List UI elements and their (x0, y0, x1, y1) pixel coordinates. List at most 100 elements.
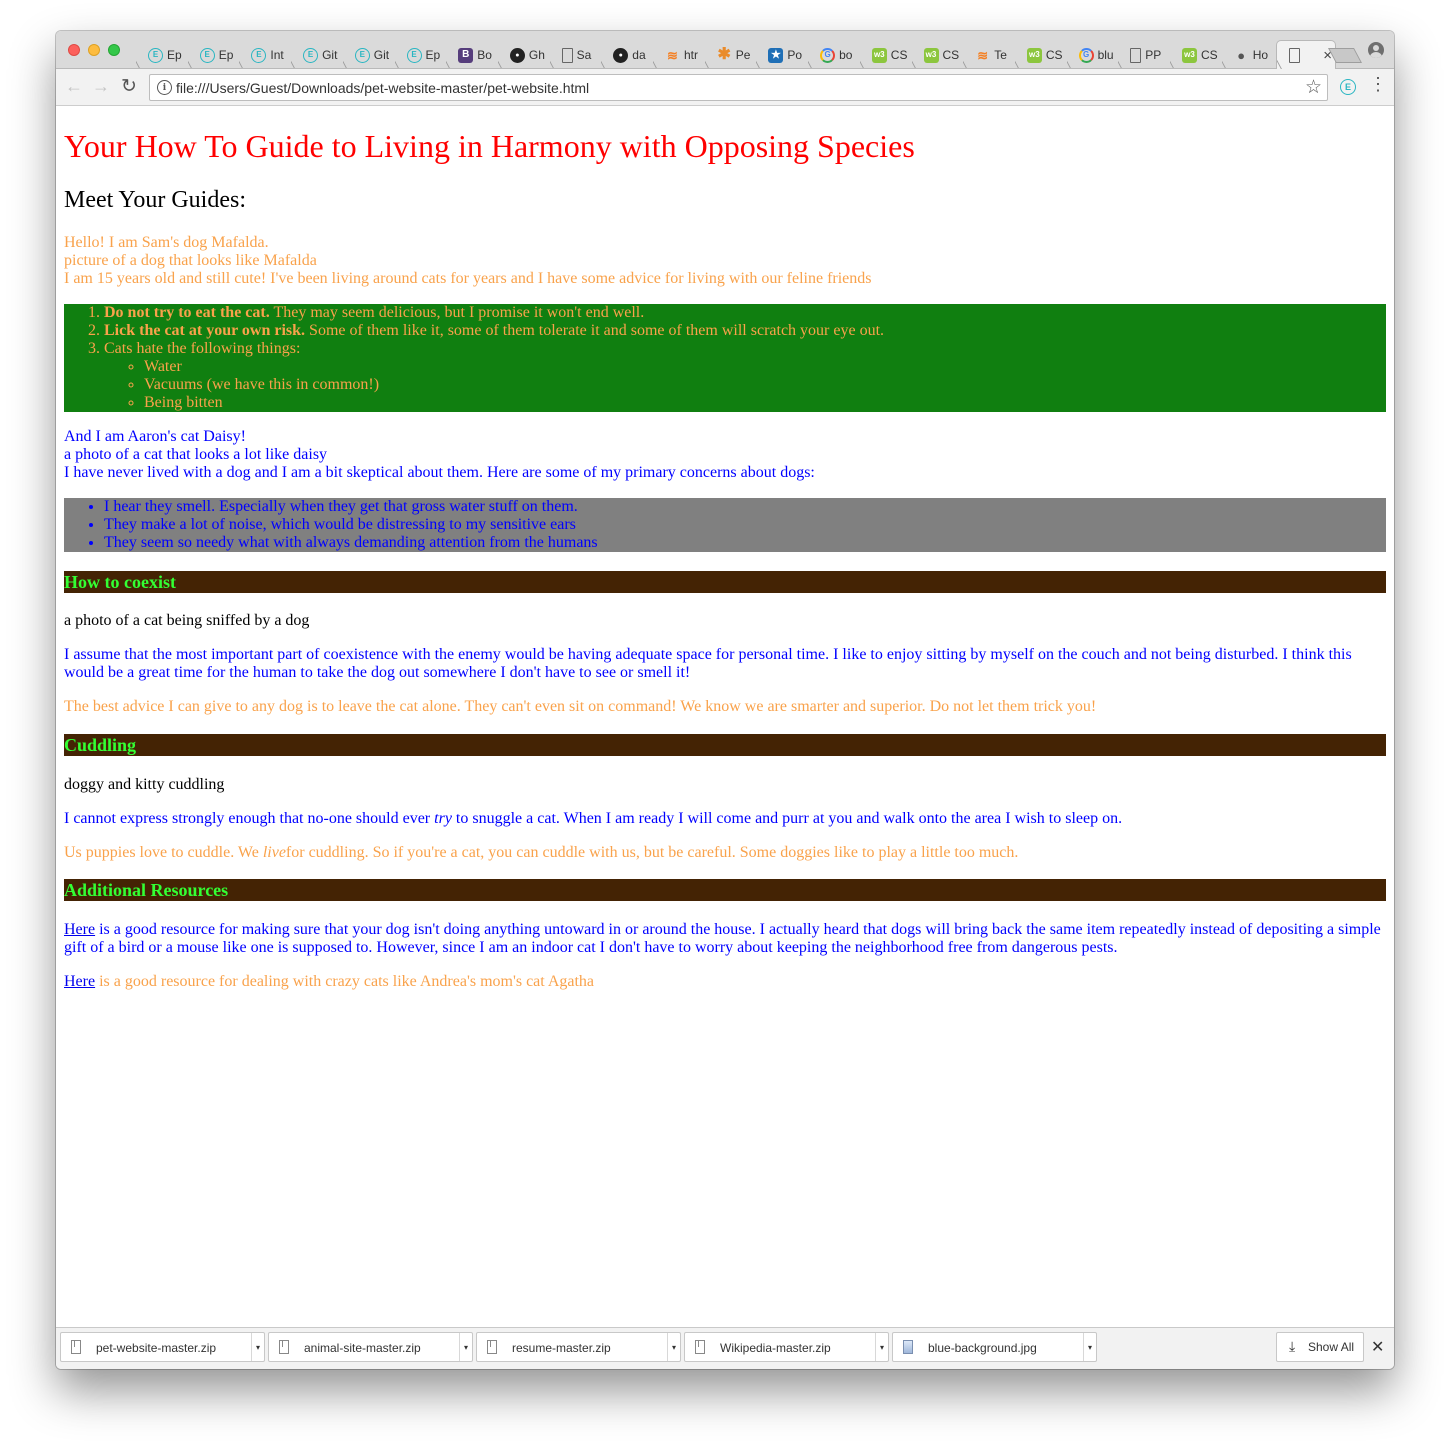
browser-tab[interactable]: Gblu (1067, 42, 1119, 68)
browser-tab[interactable]: PP (1118, 42, 1170, 68)
browser-tab[interactable]: E Git (291, 42, 343, 68)
dog-tip: Do not try to eat the cat. They may seem… (104, 304, 1386, 322)
extension-icon[interactable]: E (1340, 79, 1356, 95)
e-logo-icon: E (303, 47, 319, 63)
download-menu-arrow-icon[interactable]: ▾ (667, 1333, 680, 1361)
resource-link-cat[interactable]: Here (64, 973, 95, 990)
browser-tab[interactable]: ★ Po (756, 42, 808, 68)
download-filename: resume-master.zip (512, 1341, 611, 1355)
browser-tab[interactable]: ● Gh (498, 42, 550, 68)
cuddling-heading: Cuddling (64, 734, 1386, 756)
stackoverflow-icon: ≋ (977, 47, 989, 63)
w3schools-icon: w3 (1182, 47, 1197, 63)
window-minimize-button[interactable] (88, 44, 100, 56)
tab-title: CS (1201, 48, 1218, 62)
info-icon[interactable]: i (157, 80, 172, 95)
po-logo-icon: ★ (768, 47, 784, 63)
browser-tab[interactable]: E Ep (395, 42, 447, 68)
bookmark-star-icon[interactable]: ☆ (1305, 76, 1322, 99)
url-text[interactable]: file:///Users/Guest/Downloads/pet-websit… (176, 80, 589, 96)
download-menu-arrow-icon[interactable]: ▾ (1083, 1333, 1096, 1361)
browser-tab[interactable]: E Ep (136, 42, 188, 68)
cat-hates-list: Water Vacuums (we have this in common!) … (104, 358, 1386, 412)
tab-title: CS (1045, 48, 1063, 62)
active-tab[interactable]: × (1277, 41, 1335, 69)
dog-advice-box: Do not try to eat the cat. They may seem… (64, 304, 1386, 412)
tab-title: Te (994, 48, 1007, 62)
download-item[interactable]: pet-website-master.zip ▾ (60, 1332, 265, 1362)
browser-tab[interactable]: ● Ho (1222, 42, 1274, 68)
document-icon (1130, 47, 1142, 63)
tab-title: Sa (576, 48, 592, 62)
resources-heading: Additional Resources (64, 879, 1386, 901)
browser-tab[interactable]: w3 CS (912, 42, 964, 68)
file-icon (71, 1340, 81, 1354)
back-arrow-icon[interactable]: ← (63, 75, 85, 97)
page-content: Your How To Guide to Living in Harmony w… (56, 106, 1394, 1327)
star-logo-icon: ✱ (717, 46, 731, 63)
download-item[interactable]: animal-site-master.zip ▾ (268, 1332, 473, 1362)
window-close-button[interactable] (68, 44, 80, 56)
stackoverflow-icon: ≋ (667, 47, 678, 63)
cat-concern-item: I hear they smell. Especially when they … (104, 498, 1386, 516)
download-item[interactable]: resume-master.zip ▾ (476, 1332, 681, 1362)
e-logo-icon: E (406, 47, 422, 63)
browser-tab[interactable]: E Int (239, 42, 291, 68)
download-menu-arrow-icon[interactable]: ▾ (251, 1333, 264, 1361)
browser-tab[interactable]: ≋ htr (653, 42, 705, 68)
browser-tab[interactable]: ● da (601, 42, 653, 68)
close-shelf-icon[interactable]: ✕ (1371, 1337, 1384, 1357)
dog-tips-list: Do not try to eat the cat. They may seem… (64, 304, 1386, 412)
show-all-button[interactable]: ⤓ Show All (1276, 1332, 1364, 1362)
e-logo-icon: E (251, 47, 267, 63)
tip-bold-text: Do not try to eat the cat. (104, 304, 270, 321)
dog-tip: Lick the cat at your own risk. Some of t… (104, 322, 1386, 340)
show-all-label: Show All (1308, 1340, 1355, 1354)
cuddling-image-alt: doggy and kitty cuddling (64, 776, 225, 793)
cat-emphasis: try (434, 810, 452, 827)
download-menu-arrow-icon[interactable]: ▾ (875, 1333, 888, 1361)
download-filename: pet-website-master.zip (96, 1341, 217, 1355)
cat-text-end: to snuggle a cat. When I am ready I will… (451, 810, 1123, 827)
coexist-image-alt: a photo of a cat being sniffed by a dog (64, 612, 310, 629)
browser-tab[interactable]: w3 CS (1170, 42, 1222, 68)
tip-text: They may seem delicious, but I promise i… (269, 304, 645, 321)
browser-tab[interactable]: E Ep (188, 42, 240, 68)
browser-tab[interactable]: w3 CS (860, 42, 912, 68)
file-icon (279, 1340, 289, 1354)
profile-icon[interactable] (1368, 42, 1384, 58)
menu-icon[interactable]: ⋮ (1369, 75, 1387, 93)
tab-title: htr (684, 48, 699, 62)
download-item[interactable]: Wikipedia-master.zip ▾ (684, 1332, 889, 1362)
mafalda-greeting: Hello! I am Sam's dog Mafalda. (64, 234, 269, 251)
tab-title: Ho (1252, 48, 1269, 62)
tab-title: CS (890, 48, 908, 62)
document-icon (1289, 47, 1300, 63)
browser-tab[interactable]: w3 CS (1015, 42, 1067, 68)
reload-icon[interactable]: ↻ (118, 75, 140, 97)
w3schools-icon: w3 (1026, 47, 1042, 63)
dog-text-start: Us puppies love to cuddle. We (64, 844, 263, 861)
window-maximize-button[interactable] (108, 44, 120, 56)
resource-cat-text: is a good resource for dealing with craz… (95, 973, 595, 990)
browser-tab[interactable]: ✱ Pe (705, 42, 757, 68)
mafalda-intro: Hello! I am Sam's dog Mafalda. picture o… (64, 234, 1386, 288)
resource-link-dog[interactable]: Here (64, 921, 95, 938)
cat-hate-item: Being bitten (144, 394, 1386, 412)
address-bar[interactable]: i file:///Users/Guest/Downloads/pet-webs… (149, 74, 1328, 101)
forward-arrow-icon[interactable]: → (90, 75, 112, 97)
browser-tab[interactable]: ≋ Te (963, 42, 1015, 68)
download-filename: animal-site-master.zip (304, 1341, 421, 1355)
browser-tab[interactable]: Sa (550, 42, 602, 68)
download-item[interactable]: blue-background.jpg ▾ (892, 1332, 1097, 1362)
browser-tab[interactable]: B Bo (446, 42, 498, 68)
download-filename: blue-background.jpg (928, 1341, 1037, 1355)
cat-concern-item: They make a lot of noise, which would be… (104, 516, 1386, 534)
browser-tab[interactable]: Gbo (808, 42, 860, 68)
download-menu-arrow-icon[interactable]: ▾ (459, 1333, 472, 1361)
cat-hate-item: Water (144, 358, 1386, 376)
browser-tab[interactable]: E Git (343, 42, 395, 68)
tab-title: CS (942, 48, 960, 62)
google-icon: G (1078, 47, 1094, 63)
tab-title: Ep (425, 48, 441, 62)
